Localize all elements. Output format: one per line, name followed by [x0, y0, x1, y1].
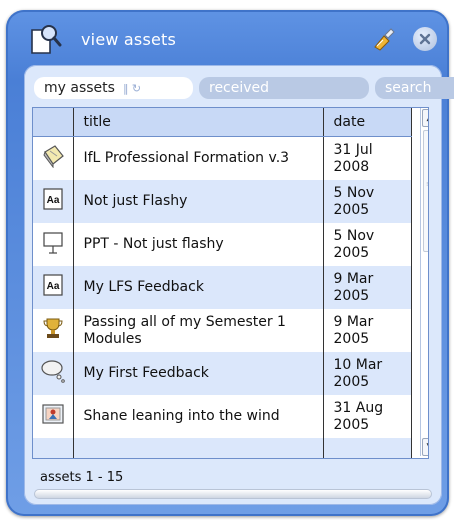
- row-date: 10 Mar 2005: [323, 352, 412, 395]
- search-document-icon: [31, 25, 62, 54]
- thought-bubble-icon: [41, 360, 65, 383]
- row-icon-cell: Aa: [33, 266, 74, 309]
- notebook-icon: [43, 145, 64, 169]
- row-title: Shane leaning into the wind: [73, 395, 324, 438]
- brush-icon[interactable]: [372, 27, 396, 51]
- row-date: 5 Nov 2005: [323, 223, 412, 266]
- table-row[interactable]: Aa Not just Flashy 5 Nov 2005: [33, 180, 412, 223]
- table-row[interactable]: [33, 438, 412, 458]
- row-title: [73, 438, 324, 458]
- row-icon-cell: [33, 438, 74, 458]
- row-icon-cell: [33, 136, 74, 180]
- text-document-icon: Aa: [43, 188, 63, 210]
- assets-panel: my assets ‖ ↻ received search title date: [24, 65, 454, 505]
- row-title: PPT - Not just flashy: [73, 223, 324, 266]
- tab-label: my assets: [44, 80, 115, 96]
- tab-label: search: [385, 80, 432, 96]
- close-button[interactable]: [413, 27, 437, 51]
- header-date[interactable]: date: [323, 108, 412, 137]
- window-title: view assets: [81, 30, 177, 49]
- picture-icon: [42, 404, 64, 424]
- title-bar[interactable]: view assets: [6, 10, 449, 66]
- table-row[interactable]: Shane leaning into the wind 31 Aug 2005: [33, 395, 412, 438]
- row-date: 9 Mar 2005: [323, 266, 412, 309]
- assets-table: title date IfL Professional Formation v.…: [33, 108, 412, 458]
- table-row[interactable]: PPT - Not just flashy 5 Nov 2005: [33, 223, 412, 266]
- vertical-scrollbar[interactable]: ▲ ≡ ▼: [420, 108, 428, 456]
- trophy-icon: [43, 318, 63, 338]
- row-date: 31 Jul 2008: [323, 136, 412, 180]
- row-icon-cell: [33, 352, 74, 395]
- row-title: IfL Professional Formation v.3: [73, 136, 324, 180]
- grip-icon: ≡: [426, 181, 428, 188]
- header-title[interactable]: title: [73, 108, 324, 137]
- row-date: 5 Nov 2005: [323, 180, 412, 223]
- row-title: Not just Flashy: [73, 180, 324, 223]
- tab-search[interactable]: search: [375, 77, 454, 99]
- close-icon: [419, 33, 431, 45]
- row-date: [323, 438, 412, 458]
- table-row[interactable]: Aa My LFS Feedback 9 Mar 2005: [33, 266, 412, 309]
- assets-range-label: assets 1 - 15: [40, 470, 124, 485]
- row-icon-cell: [33, 309, 74, 352]
- table-header-row: title date: [33, 108, 412, 137]
- row-title: Passing all of my Semester 1 Modules: [73, 309, 324, 352]
- table-row[interactable]: My First Feedback 10 Mar 2005: [33, 352, 412, 395]
- row-icon-cell: [33, 223, 74, 266]
- row-icon-cell: Aa: [33, 180, 74, 223]
- row-icon-cell: [33, 395, 74, 438]
- scroll-thumb[interactable]: ≡: [423, 130, 428, 252]
- table-row[interactable]: Passing all of my Semester 1 Modules 9 M…: [33, 309, 412, 352]
- tab-my-assets[interactable]: my assets ‖ ↻: [34, 77, 193, 99]
- arrow-down-icon: ▼: [427, 442, 428, 452]
- tab-label: received: [209, 80, 270, 96]
- scroll-up-button[interactable]: ▲: [422, 109, 428, 127]
- presentation-icon: [43, 232, 63, 254]
- row-date: 31 Aug 2005: [323, 395, 412, 438]
- doc-icon-text: Aa: [46, 195, 59, 206]
- footer-progress-bar: [34, 489, 432, 499]
- doc-icon-text: Aa: [46, 281, 59, 292]
- arrow-up-icon: ▲: [427, 113, 428, 123]
- view-assets-widget: view assets my assets ‖ ↻ received searc…: [6, 10, 454, 516]
- table-row[interactable]: IfL Professional Formation v.3 31 Jul 20…: [33, 136, 412, 180]
- text-document-icon: Aa: [43, 274, 63, 296]
- tab-received[interactable]: received: [199, 77, 369, 99]
- tab-separator-icon: ‖ ↻: [122, 81, 142, 95]
- assets-table-container: title date IfL Professional Formation v.…: [32, 107, 429, 459]
- tab-bar: my assets ‖ ↻ received search: [34, 77, 454, 99]
- row-date: 9 Mar 2005: [323, 309, 412, 352]
- row-title: My First Feedback: [73, 352, 324, 395]
- row-title: My LFS Feedback: [73, 266, 324, 309]
- header-icon-column[interactable]: [33, 108, 74, 137]
- scroll-down-button[interactable]: ▼: [422, 438, 428, 456]
